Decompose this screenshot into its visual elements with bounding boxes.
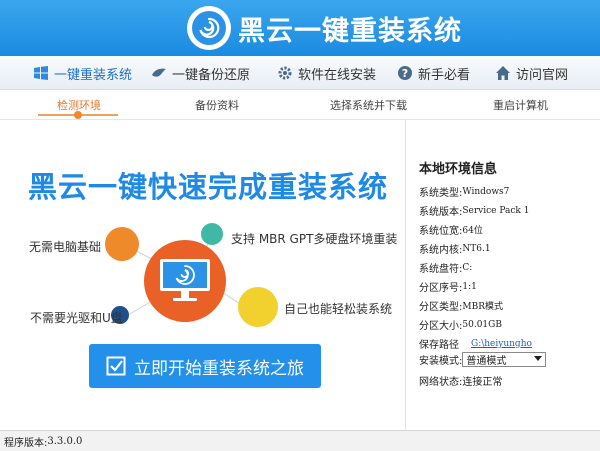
nav-item-backup[interactable]: 一键备份还原 <box>150 56 250 90</box>
app-header: 黑云一键重装系统 <box>0 0 600 56</box>
app-logo <box>187 6 231 50</box>
windows-icon <box>32 64 50 82</box>
step-restart: 重启计算机 <box>493 99 548 112</box>
main-area: 黑云一键快速完成重装系统 无需电脑基础 支持 MBR GPT多硬盘环境重装 不需… <box>0 120 405 430</box>
info-row: 分区类型: MBR模式 <box>419 302 503 313</box>
chevron-down-icon <box>534 354 543 365</box>
monitor-badge <box>144 240 226 322</box>
info-row: 分区序号: 1:1 <box>419 281 477 295</box>
version-value: 3.3.0.0 <box>47 435 83 447</box>
feature-dot-orange <box>105 227 139 261</box>
info-row: 系统类型: Windows7 <box>419 186 510 200</box>
svg-text:?: ? <box>402 67 408 80</box>
bird-icon <box>150 64 168 82</box>
env-info-panel: 本地环境信息 系统类型: Windows7 系统版本: Service Pack 1… <box>405 120 600 430</box>
nav-label: 访问官网 <box>516 67 569 83</box>
install-mode-select[interactable]: 普通模式 <box>462 352 547 367</box>
info-row: 系统位宽: 64位 <box>419 226 483 237</box>
feature-dot-yellow <box>238 287 278 327</box>
info-row: 系统盘符: C: <box>419 262 473 276</box>
nav-label: 新手必看 <box>418 67 471 83</box>
save-path-link[interactable]: G:\heiyungho <box>471 339 532 349</box>
install-mode-value: 普通模式 <box>466 356 507 367</box>
version-label: 程序版本: <box>4 437 48 449</box>
step-progress-dot <box>74 111 82 119</box>
step-indicator: 检测环境 备份资料 选择系统并下载 重启计算机 <box>0 90 600 120</box>
info-row: 系统版本: Service Pack 1 <box>419 205 530 219</box>
panel-title: 本地环境信息 <box>419 162 498 177</box>
feature-easy-install: 自己也能轻松装系统 <box>284 302 393 316</box>
info-row: 系统内核: NT6.1 <box>419 243 491 257</box>
network-row: 网络状态: 连接正常 <box>419 377 503 388</box>
feature-mbr-gpt: 支持 MBR GPT多硬盘环境重装 <box>231 232 398 246</box>
top-nav: 一键重装系统 一键备份还原 软件在线安装 ? 新手必看 访问官网 <box>0 56 600 90</box>
question-icon: ? <box>396 64 414 82</box>
feature-no-basics: 无需电脑基础 <box>29 240 102 254</box>
nav-item-software[interactable]: 软件在线安装 <box>276 56 376 90</box>
nav-item-reinstall[interactable]: 一键重装系统 <box>32 56 132 90</box>
step-select-download: 选择系统并下载 <box>330 99 407 112</box>
feature-no-cd-usb: 不需要光驱和U盘 <box>30 311 123 325</box>
install-mode-row: 安装模式: 普通模式 <box>419 352 547 367</box>
start-reinstall-button[interactable]: 立即开始重装系统之旅 <box>89 344 321 388</box>
gear-icon <box>276 64 294 82</box>
step-backup: 备份资料 <box>195 99 239 112</box>
home-icon <box>494 64 512 82</box>
checkbox-icon <box>106 356 126 376</box>
start-button-label: 立即开始重装系统之旅 <box>134 358 304 379</box>
nav-item-website[interactable]: 访问官网 <box>494 56 568 90</box>
nav-label: 一键备份还原 <box>172 67 251 83</box>
swirl-icon <box>192 11 226 45</box>
save-path-row: 保存路径 G:\heiyungho <box>419 338 532 352</box>
nav-label: 一键重装系统 <box>54 67 133 83</box>
info-row: 分区大小: 50.01GB <box>419 319 502 333</box>
status-bar: 程序版本: 3.3.0.0 <box>0 430 600 451</box>
monitor-icon <box>160 259 210 301</box>
feature-dot-teal <box>201 223 223 245</box>
nav-item-guide[interactable]: ? 新手必看 <box>396 56 470 90</box>
nav-label: 软件在线安装 <box>298 67 377 83</box>
app-title: 黑云一键重装系统 <box>238 16 462 47</box>
